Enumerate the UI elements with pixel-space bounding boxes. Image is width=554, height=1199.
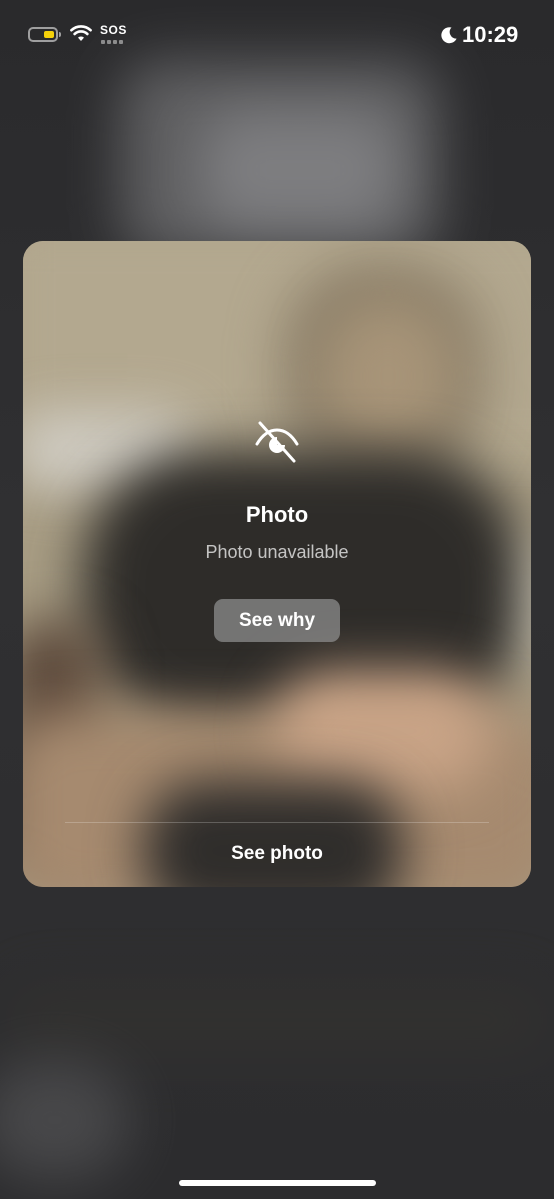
- see-why-button[interactable]: See why: [214, 599, 340, 642]
- moon-icon: [441, 27, 457, 44]
- blurred-background-band: [0, 980, 554, 1060]
- divider: [65, 822, 489, 823]
- blurred-background-top-inner: [200, 110, 400, 230]
- blurred-background-bottom: [0, 1060, 130, 1180]
- status-bar: SOS 10:29: [0, 0, 554, 70]
- battery-level: [44, 31, 54, 38]
- home-indicator[interactable]: [179, 1180, 376, 1186]
- screen: SOS 10:29 Photo Photo unavailable See wh…: [0, 0, 554, 1199]
- status-time: 10:29: [462, 22, 519, 47]
- signal-dots: [101, 40, 123, 44]
- wifi-icon: [70, 25, 92, 41]
- see-photo-button[interactable]: See photo: [23, 841, 531, 867]
- photo-unavailable-text: Photo unavailable: [205, 542, 349, 562]
- battery-icon: [28, 27, 61, 42]
- card-content: Photo Photo unavailable See why See phot…: [23, 241, 531, 887]
- photo-title: Photo: [245, 502, 309, 527]
- photo-unavailable-card: Photo Photo unavailable See why See phot…: [23, 241, 531, 887]
- eye-slash-icon: [255, 421, 299, 463]
- carrier-sos-label: SOS: [100, 23, 127, 37]
